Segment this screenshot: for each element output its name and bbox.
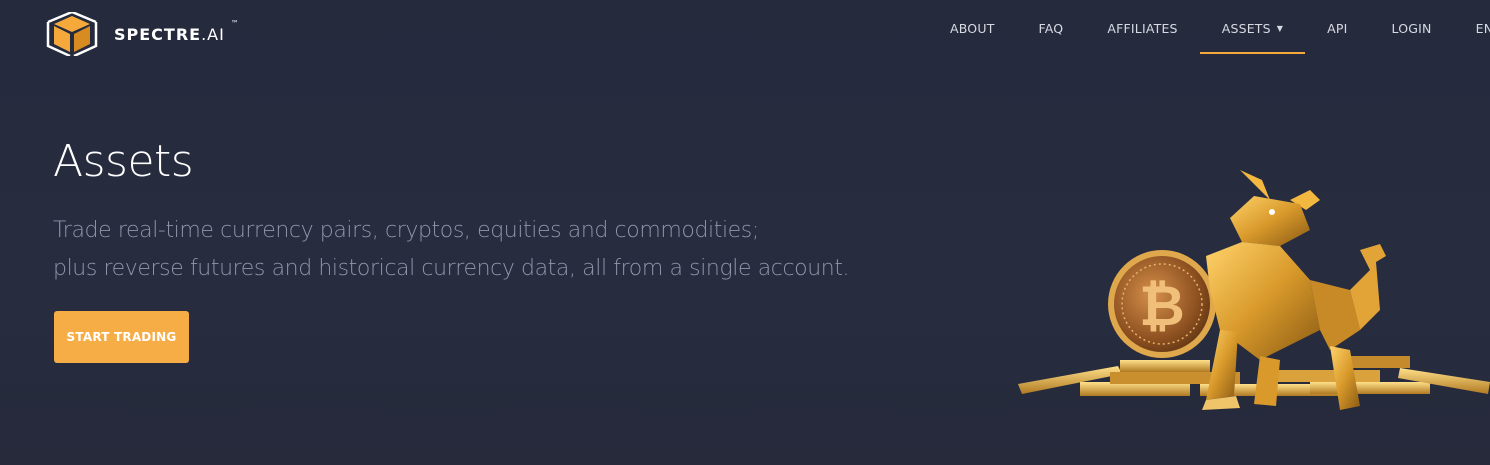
nav-language[interactable]: EN	[1454, 0, 1490, 56]
coin-stacks	[1018, 356, 1490, 396]
bitcoin-coin: ₿	[1108, 250, 1216, 358]
svg-text:₿: ₿	[1139, 274, 1185, 339]
nav-language-label: EN	[1475, 20, 1490, 36]
nav-affiliates[interactable]: AFFILIATES	[1085, 0, 1199, 56]
nav-login-label: LOGIN	[1391, 20, 1432, 36]
subtitle-line-1: Trade real-time currency pairs, cryptos,…	[53, 218, 759, 243]
brand-suffix: .AI	[201, 24, 225, 44]
nav-about-label: ABOUT	[950, 20, 995, 36]
bitcoin-bull-illustration: ₿	[1018, 170, 1490, 410]
nav-api-label: API	[1327, 20, 1348, 36]
nav-assets-label: ASSETS	[1221, 20, 1271, 36]
main-nav: ABOUT FAQ AFFILIATES ASSETS ▼ API LOGIN E…	[928, 0, 1490, 56]
spectre-logo-icon	[46, 12, 98, 56]
page: SPECTRE.AI ™ ABOUT FAQ AFFILIATES ASSETS ▼…	[0, 0, 1490, 465]
start-trading-button[interactable]: START TRADING	[54, 311, 189, 363]
nav-api[interactable]: API	[1305, 0, 1369, 56]
page-subtitle: Trade real-time currency pairs, cryptos,…	[53, 212, 853, 288]
page-title: Assets	[53, 136, 194, 187]
brand-text: SPECTRE	[114, 24, 202, 44]
nav-faq-label: FAQ	[1038, 20, 1064, 36]
nav-login[interactable]: LOGIN	[1370, 0, 1454, 56]
nav-assets[interactable]: ASSETS ▼	[1199, 0, 1306, 56]
nav-affiliates-label: AFFILIATES	[1107, 20, 1178, 36]
nav-about[interactable]: ABOUT	[928, 0, 1017, 56]
nav-faq[interactable]: FAQ	[1017, 0, 1086, 56]
brand-name: SPECTRE.AI ™	[114, 19, 239, 44]
dropdown-caret-icon: ▼	[1276, 23, 1284, 33]
trademark: ™	[230, 18, 240, 28]
subtitle-line-2: plus reverse futures and historical curr…	[53, 256, 850, 281]
logo[interactable]: SPECTRE.AI ™	[40, 12, 239, 56]
